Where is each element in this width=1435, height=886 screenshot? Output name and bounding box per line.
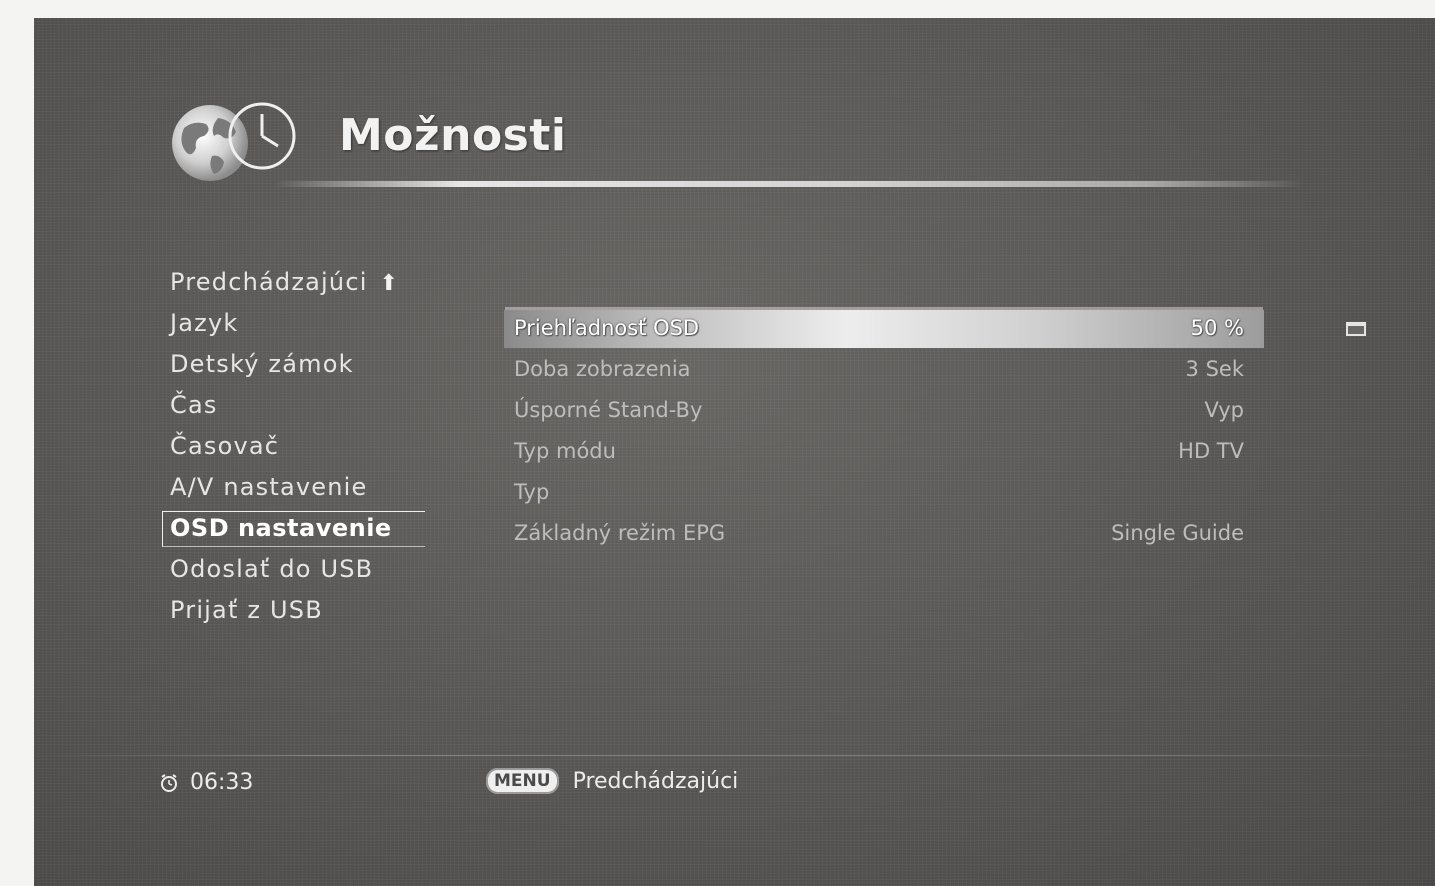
menu-item-label: Predchádzajúci [170,268,368,296]
menu-item-language[interactable]: Jazyk [162,303,432,344]
setting-label: Základný režim EPG [514,521,726,545]
setting-value: Vyp [1204,398,1244,422]
menu-key-hint[interactable]: MENU Predchádzajúci [486,768,738,794]
setting-value: HD TV [1178,439,1244,463]
header-divider [274,181,1304,187]
page-title: Možnosti [339,110,567,161]
setting-row-display-duration[interactable]: Doba zobrazenia 3 Sek [504,351,1264,392]
scroll-indicator-icon [1346,322,1366,336]
setting-label: Úsporné Stand-By [514,398,703,422]
menu-item-previous[interactable]: Predchádzajúci ⬆ [162,262,432,303]
globe-clock-icon [172,102,296,181]
menu-item-av-settings[interactable]: A/V nastavenie [162,467,432,508]
setting-row-osd-transparency[interactable]: Priehľadnosť OSD 50 % [504,310,1264,348]
alarm-clock-icon [161,773,177,792]
setting-label: Priehľadnosť OSD [514,316,700,340]
setting-value: 50 % [1190,316,1244,340]
menu-key-badge: MENU [486,768,559,794]
menu-item-time[interactable]: Čas [162,385,432,426]
menu-item-receive-from-usb[interactable]: Prijať z USB [162,590,432,631]
osd-settings-list: Priehľadnosť OSD 50 % Doba zobrazenia 3 … [504,310,1264,556]
setting-value: Single Guide [1111,521,1244,545]
menu-item-timer[interactable]: Časovač [162,426,432,467]
menu-item-parental-lock[interactable]: Detský zámok [162,344,432,385]
menu-item-send-to-usb[interactable]: Odoslať do USB [162,549,432,590]
setting-label: Doba zobrazenia [514,357,691,381]
footer-divider [34,755,1435,756]
options-menu: Predchádzajúci ⬆ Jazyk Detský zámok Čas Č… [162,262,432,631]
menu-key-action-label: Predchádzajúci [572,768,739,794]
setting-value: 3 Sek [1185,357,1244,381]
clock: 06:33 [160,770,253,795]
setting-label: Typ módu [514,439,616,463]
setting-row-epg-mode[interactable]: Základný režim EPG Single Guide [504,515,1264,556]
setting-row-type[interactable]: Typ [504,474,1264,515]
up-arrow-icon: ⬆ [379,271,400,296]
osd-screen: Možnosti Predchádzajúci ⬆ Jazyk Detský zá… [34,18,1435,886]
setting-row-mode-type[interactable]: Typ módu HD TV [504,433,1264,474]
setting-label: Typ [514,480,550,504]
clock-time: 06:33 [190,770,254,795]
setting-row-eco-standby[interactable]: Úsporné Stand-By Vyp [504,392,1264,433]
menu-item-osd-settings[interactable]: OSD nastavenie [162,508,432,549]
